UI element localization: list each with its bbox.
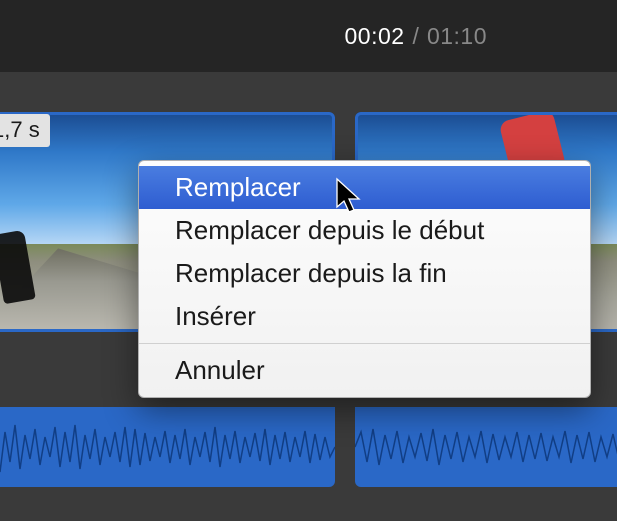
time-total: 01:10 — [427, 23, 487, 50]
menu-separator — [139, 343, 590, 344]
audio-waveform-right[interactable] — [355, 407, 617, 487]
time-current: 00:02 — [344, 23, 404, 50]
time-separator: / — [413, 23, 419, 50]
app-frame: 00:02 / 01:10 1,7 s — [0, 0, 617, 521]
menu-item-replace-from-start[interactable]: Remplacer depuis le début — [139, 209, 590, 252]
audio-track — [0, 407, 617, 487]
context-menu: Remplacer Remplacer depuis le début Remp… — [138, 160, 591, 398]
menu-item-replace[interactable]: Remplacer — [139, 166, 590, 209]
clip-duration-badge: 1,7 s — [0, 114, 50, 147]
menu-item-insert[interactable]: Insérer — [139, 295, 590, 338]
menu-item-cancel[interactable]: Annuler — [139, 349, 590, 392]
audio-waveform-left[interactable] — [0, 407, 335, 487]
time-display-bar: 00:02 / 01:10 — [0, 0, 617, 72]
menu-item-replace-from-end[interactable]: Remplacer depuis la fin — [139, 252, 590, 295]
